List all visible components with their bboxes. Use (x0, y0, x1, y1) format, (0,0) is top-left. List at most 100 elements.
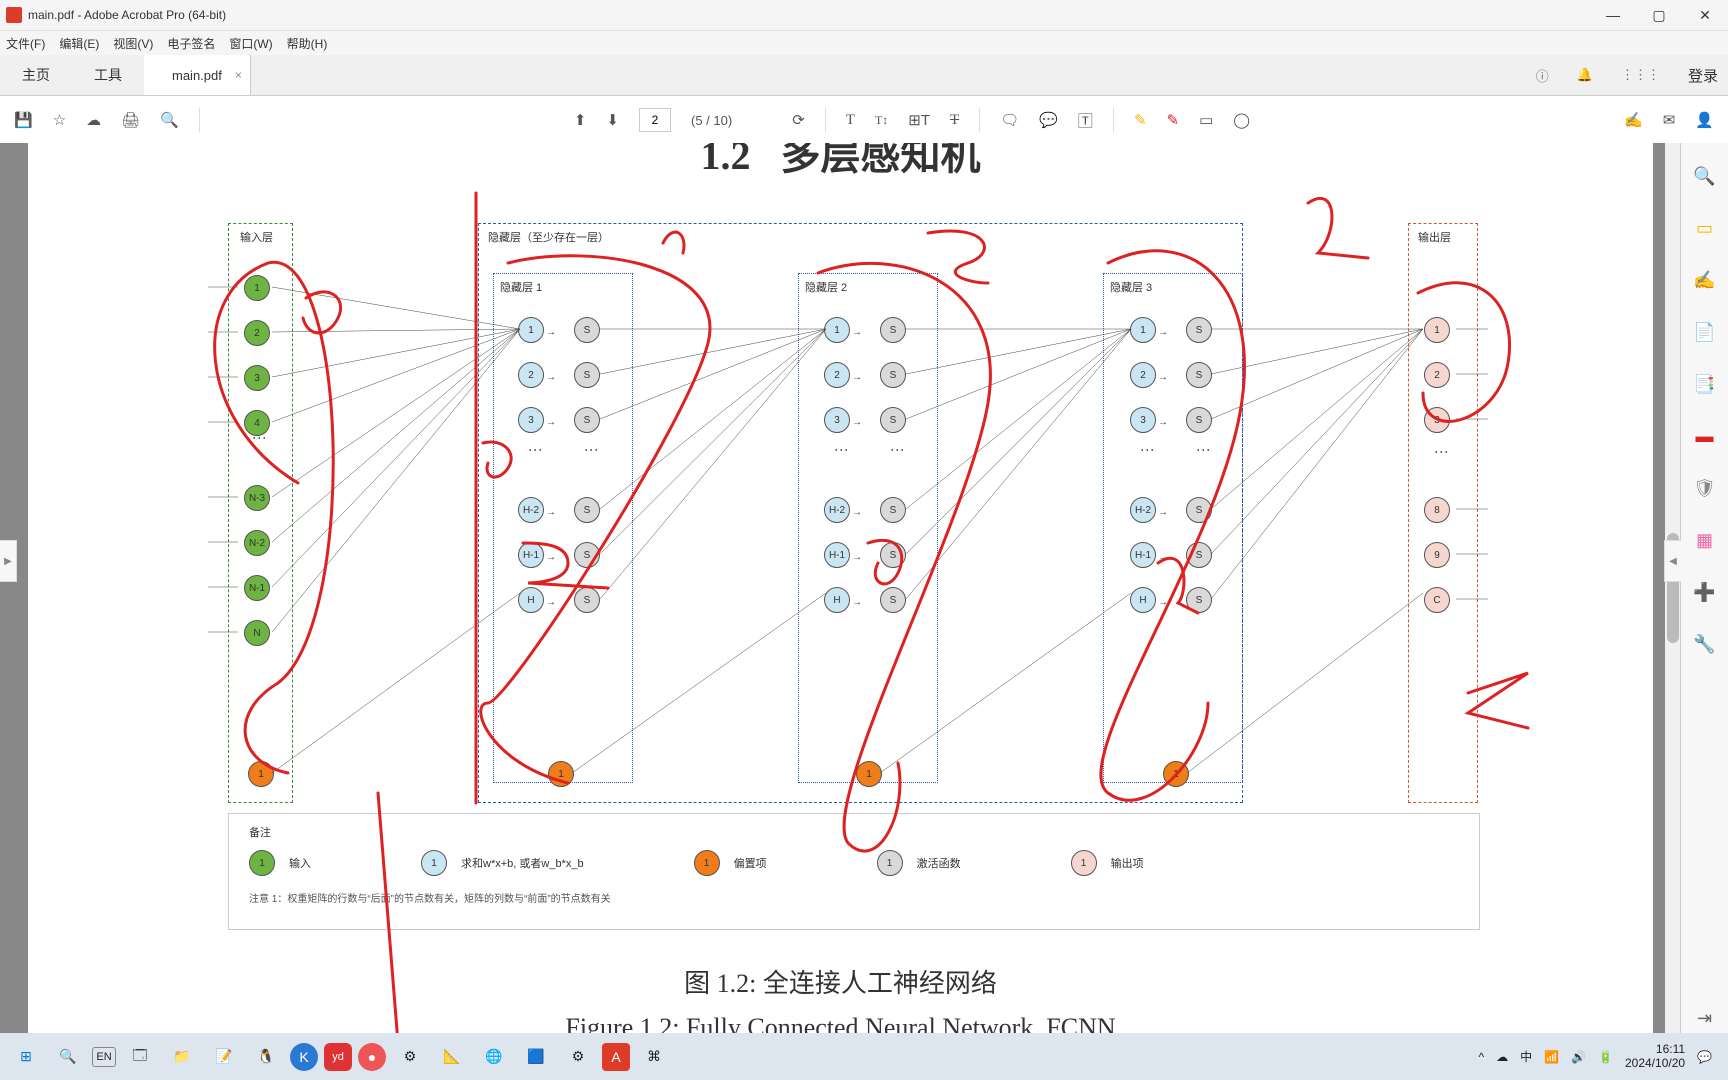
tab-document[interactable]: main.pdf × (144, 55, 251, 95)
taskview-icon[interactable]: 🗔 (122, 1039, 158, 1075)
zoom-in-icon[interactable]: 🔍 (1690, 161, 1720, 191)
maximize-button[interactable]: ▢ (1636, 0, 1682, 30)
volume-icon[interactable]: 🔊 (1571, 1050, 1586, 1064)
explorer-icon[interactable]: 📁 (164, 1039, 200, 1075)
search-icon[interactable]: 🔍 (50, 1039, 86, 1075)
notifications-icon[interactable]: 💬 (1697, 1050, 1712, 1064)
qq-icon[interactable]: 🐧 (248, 1039, 284, 1075)
print-icon[interactable]: 🖨 (121, 111, 140, 129)
sum-node: 2 (1130, 362, 1156, 388)
minimize-button[interactable]: — (1590, 0, 1636, 30)
menu-window[interactable]: 窗口(W) (229, 35, 272, 52)
tray-chevron-icon[interactable]: ^ (1478, 1050, 1484, 1064)
strike-icon[interactable]: T (950, 112, 959, 129)
note-icon[interactable]: 🗨 (1000, 111, 1019, 129)
comment-panel-icon[interactable]: ▭ (1690, 213, 1720, 243)
tab-home[interactable]: 主页 (0, 55, 72, 95)
menu-file[interactable]: 文件(F) (6, 35, 45, 52)
legend-label: 输入 (289, 855, 311, 871)
sum-node: 3 (824, 407, 850, 433)
redact-icon[interactable]: ▬ (1690, 421, 1720, 451)
left-panel-toggle[interactable]: ▶ (0, 540, 17, 582)
star-icon[interactable]: ☆ (53, 111, 66, 129)
activation-node: S (574, 542, 600, 568)
compress-icon[interactable]: ▦ (1690, 525, 1720, 555)
erase-rect-icon[interactable]: ▭ (1199, 111, 1213, 129)
sum-node: 2 (824, 362, 850, 388)
erase-circle-icon[interactable]: ◯ (1233, 111, 1250, 129)
onedrive-icon[interactable]: ☁ (1496, 1050, 1508, 1064)
taskbar-clock[interactable]: 16:112024/10/20 (1625, 1043, 1685, 1069)
apps-icon[interactable]: ⋮⋮⋮ (1621, 67, 1660, 83)
code-icon[interactable]: ⚙ (392, 1039, 428, 1075)
document-viewport[interactable]: 1.2 多层感知机 输入层 隐藏层（至少存在一层） 隐藏层 1 隐藏层 2 隐藏… (0, 143, 1681, 1033)
input-node: N (244, 620, 270, 646)
battery-icon[interactable]: 🔋 (1598, 1050, 1613, 1064)
page-up-icon[interactable]: ⬆ (574, 111, 587, 129)
menu-help[interactable]: 帮助(H) (287, 35, 328, 52)
menu-esign[interactable]: 电子签名 (167, 35, 215, 52)
text-select-icon[interactable]: T (846, 112, 855, 129)
sign-panel-icon[interactable]: ✍ (1690, 265, 1720, 295)
textbox-icon[interactable]: 🅃 (1078, 110, 1093, 131)
app-icon[interactable]: K (290, 1043, 318, 1071)
cloud-upload-icon[interactable]: ☁ (86, 111, 101, 129)
ime-indicator[interactable]: 中 (1520, 1048, 1532, 1065)
page-down-icon[interactable]: ⬇ (606, 111, 619, 129)
menu-view[interactable]: 视图(V) (113, 35, 153, 52)
page-number-input[interactable] (639, 108, 671, 132)
account-icon[interactable]: 👤 (1695, 111, 1714, 129)
organize-icon[interactable]: 📑 (1690, 369, 1720, 399)
activation-node: S (574, 407, 600, 433)
copilot-icon[interactable]: 🟦 (518, 1039, 554, 1075)
expand-icon[interactable]: ⇥ (1690, 1003, 1720, 1033)
help-icon[interactable]: ⓘ (1536, 66, 1549, 85)
rotate-icon[interactable]: ⟳ (792, 111, 805, 129)
node-arrow: → (852, 597, 862, 608)
bell-icon[interactable]: 🔔 (1577, 67, 1593, 83)
acrobat-icon[interactable]: A (602, 1043, 630, 1071)
window-title: main.pdf - Adobe Acrobat Pro (64-bit) (28, 8, 226, 22)
text-small-icon[interactable]: T↕ (875, 113, 888, 128)
legend-item: 1输入 (249, 850, 311, 876)
activation-node: S (1186, 587, 1212, 613)
create-icon[interactable]: ➕ (1690, 577, 1720, 607)
signin-link[interactable]: 登录 (1688, 65, 1718, 86)
mail-icon[interactable]: ✉ (1663, 111, 1676, 129)
legend-label: 偏置项 (734, 855, 767, 871)
save-icon[interactable]: 💾 (14, 111, 33, 129)
text-box-icon[interactable]: ⊞T (908, 111, 930, 129)
more-tools-icon[interactable]: 🔧 (1690, 629, 1720, 659)
comment-icon[interactable]: 💬 (1039, 111, 1058, 129)
right-panel-toggle[interactable]: ◀ (1664, 540, 1681, 582)
wifi-icon[interactable]: 📶 (1544, 1050, 1559, 1064)
close-button[interactable]: ✕ (1682, 0, 1728, 30)
sum-node: H-1 (1130, 542, 1156, 568)
activation-node: S (880, 587, 906, 613)
sum-node: H (824, 587, 850, 613)
node-arrow: → (852, 327, 862, 338)
youdao-icon[interactable]: yd (324, 1043, 352, 1071)
terminal-icon[interactable]: ⌘ (636, 1039, 672, 1075)
wps-icon[interactable]: ● (358, 1043, 386, 1071)
export-pdf-icon[interactable]: 📄 (1690, 317, 1720, 347)
protect-icon[interactable]: 🛡 (1690, 473, 1720, 503)
menu-edit[interactable]: 编辑(E) (59, 35, 99, 52)
sign-icon[interactable]: ✍ (1624, 111, 1643, 129)
draw-icon[interactable]: ✎ (1167, 111, 1180, 129)
vertical-scrollbar[interactable] (1665, 143, 1681, 1033)
zoom-icon[interactable]: 🔍 (160, 111, 179, 129)
tab-close-icon[interactable]: × (235, 68, 242, 82)
tab-tools[interactable]: 工具 (72, 55, 144, 95)
highlight-icon[interactable]: ✎ (1134, 111, 1147, 129)
edge-icon[interactable]: 🌐 (476, 1039, 512, 1075)
node-arrow: → (1158, 507, 1168, 518)
sum-node: 1 (824, 317, 850, 343)
hidden-layers-label: 隐藏层（至少存在一层） (488, 229, 609, 245)
matlab-icon[interactable]: 📐 (434, 1039, 470, 1075)
activation-node: S (880, 362, 906, 388)
start-icon[interactable]: ⊞ (8, 1039, 44, 1075)
ime-lang-icon[interactable]: EN (92, 1047, 116, 1067)
notepad-icon[interactable]: 📝 (206, 1039, 242, 1075)
settings-icon[interactable]: ⚙ (560, 1039, 596, 1075)
